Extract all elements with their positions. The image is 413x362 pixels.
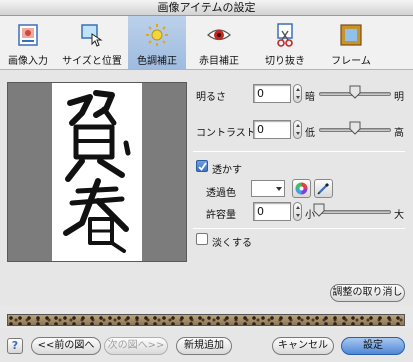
- next-image-button[interactable]: 次の図へ>>: [104, 337, 168, 355]
- color-wheel-icon: [295, 182, 308, 195]
- transparent-color-picker[interactable]: [251, 180, 285, 197]
- brightness-stepper[interactable]: [293, 84, 302, 103]
- calligraphy-text: 賀春: [52, 83, 54, 84]
- red-eye-icon: [206, 22, 232, 48]
- add-new-button[interactable]: 新規追加: [176, 337, 232, 355]
- bottom-bar: ? <<前の図へ 次の図へ>> 新規追加 キャンセル 設定: [0, 328, 413, 362]
- contrast-label: コントラスト: [196, 128, 256, 139]
- previous-image-button[interactable]: <<前の図へ: [31, 337, 101, 355]
- tolerance-slider-track[interactable]: [319, 210, 391, 214]
- transparent-color-label: 透過色: [206, 188, 236, 199]
- tab-label: サイズと位置: [62, 56, 122, 67]
- color-correction-icon: [144, 22, 170, 48]
- tab-label: 画像入力: [8, 56, 48, 67]
- fade-label: 淡くする: [212, 238, 252, 249]
- tolerance-label: 許容量: [206, 210, 236, 221]
- contrast-stepper[interactable]: [293, 120, 302, 139]
- tab-red-eye[interactable]: 赤目補正: [190, 16, 248, 69]
- cancel-button[interactable]: キャンセル: [272, 337, 334, 355]
- help-button[interactable]: ?: [7, 338, 23, 354]
- tab-label: フレーム: [331, 56, 371, 67]
- brightness-field[interactable]: 0: [253, 84, 291, 103]
- toolbar: 画像入力 サイズと位置 色調補正 赤目補正 切り抜き フレーム: [0, 16, 413, 70]
- transparency-label: 透かす: [212, 165, 242, 176]
- eyedropper-icon: [317, 182, 330, 195]
- contrast-max-label: 高: [394, 128, 404, 139]
- tab-crop[interactable]: 切り抜き: [254, 16, 316, 69]
- contrast-min-label: 低: [305, 128, 315, 139]
- tab-size-position[interactable]: サイズと位置: [56, 16, 128, 69]
- preview-paper: 賀春: [52, 83, 142, 261]
- tab-label: 赤目補正: [199, 56, 239, 67]
- brightness-slider-thumb[interactable]: [349, 85, 361, 99]
- crop-icon: [272, 22, 298, 48]
- image-input-icon: [15, 22, 41, 48]
- tab-image-input[interactable]: 画像入力: [0, 16, 56, 69]
- tab-label: 切り抜き: [265, 56, 305, 67]
- tolerance-slider-thumb[interactable]: [313, 203, 325, 217]
- tolerance-field[interactable]: 0: [253, 202, 291, 221]
- reset-adjustments-button[interactable]: 調整の取り消し: [330, 284, 405, 302]
- ok-button[interactable]: 設定: [341, 337, 405, 355]
- decorative-leopard-bar: [7, 314, 405, 326]
- size-position-icon: [79, 22, 105, 48]
- color-wheel-button[interactable]: [292, 179, 311, 198]
- divider: [193, 228, 405, 229]
- brightness-max-label: 明: [394, 92, 404, 103]
- window-title: 画像アイテムの設定: [0, 0, 413, 16]
- divider: [193, 151, 405, 152]
- frame-icon: [338, 22, 364, 48]
- brightness-min-label: 暗: [305, 92, 315, 103]
- calligraphy-image: 賀春: [52, 83, 131, 253]
- tab-frame[interactable]: フレーム: [320, 16, 382, 69]
- brightness-label: 明るさ: [196, 92, 226, 103]
- settings-panel: 賀春 明るさ 0 暗 明 コントラスト 0 低 高 透かす 透過色 許容量 0: [0, 70, 413, 306]
- tolerance-max-label: 大: [394, 210, 404, 221]
- tab-label: 色調補正: [137, 56, 177, 67]
- fade-checkbox[interactable]: [196, 233, 208, 245]
- transparency-checkbox[interactable]: [196, 160, 208, 172]
- tab-color-correction[interactable]: 色調補正: [128, 16, 186, 69]
- chevron-down-icon: [276, 187, 282, 191]
- tolerance-stepper[interactable]: [293, 202, 302, 221]
- contrast-slider-thumb[interactable]: [349, 121, 361, 135]
- eyedropper-button[interactable]: [314, 179, 333, 198]
- contrast-field[interactable]: 0: [253, 120, 291, 139]
- image-preview: 賀春: [7, 82, 187, 262]
